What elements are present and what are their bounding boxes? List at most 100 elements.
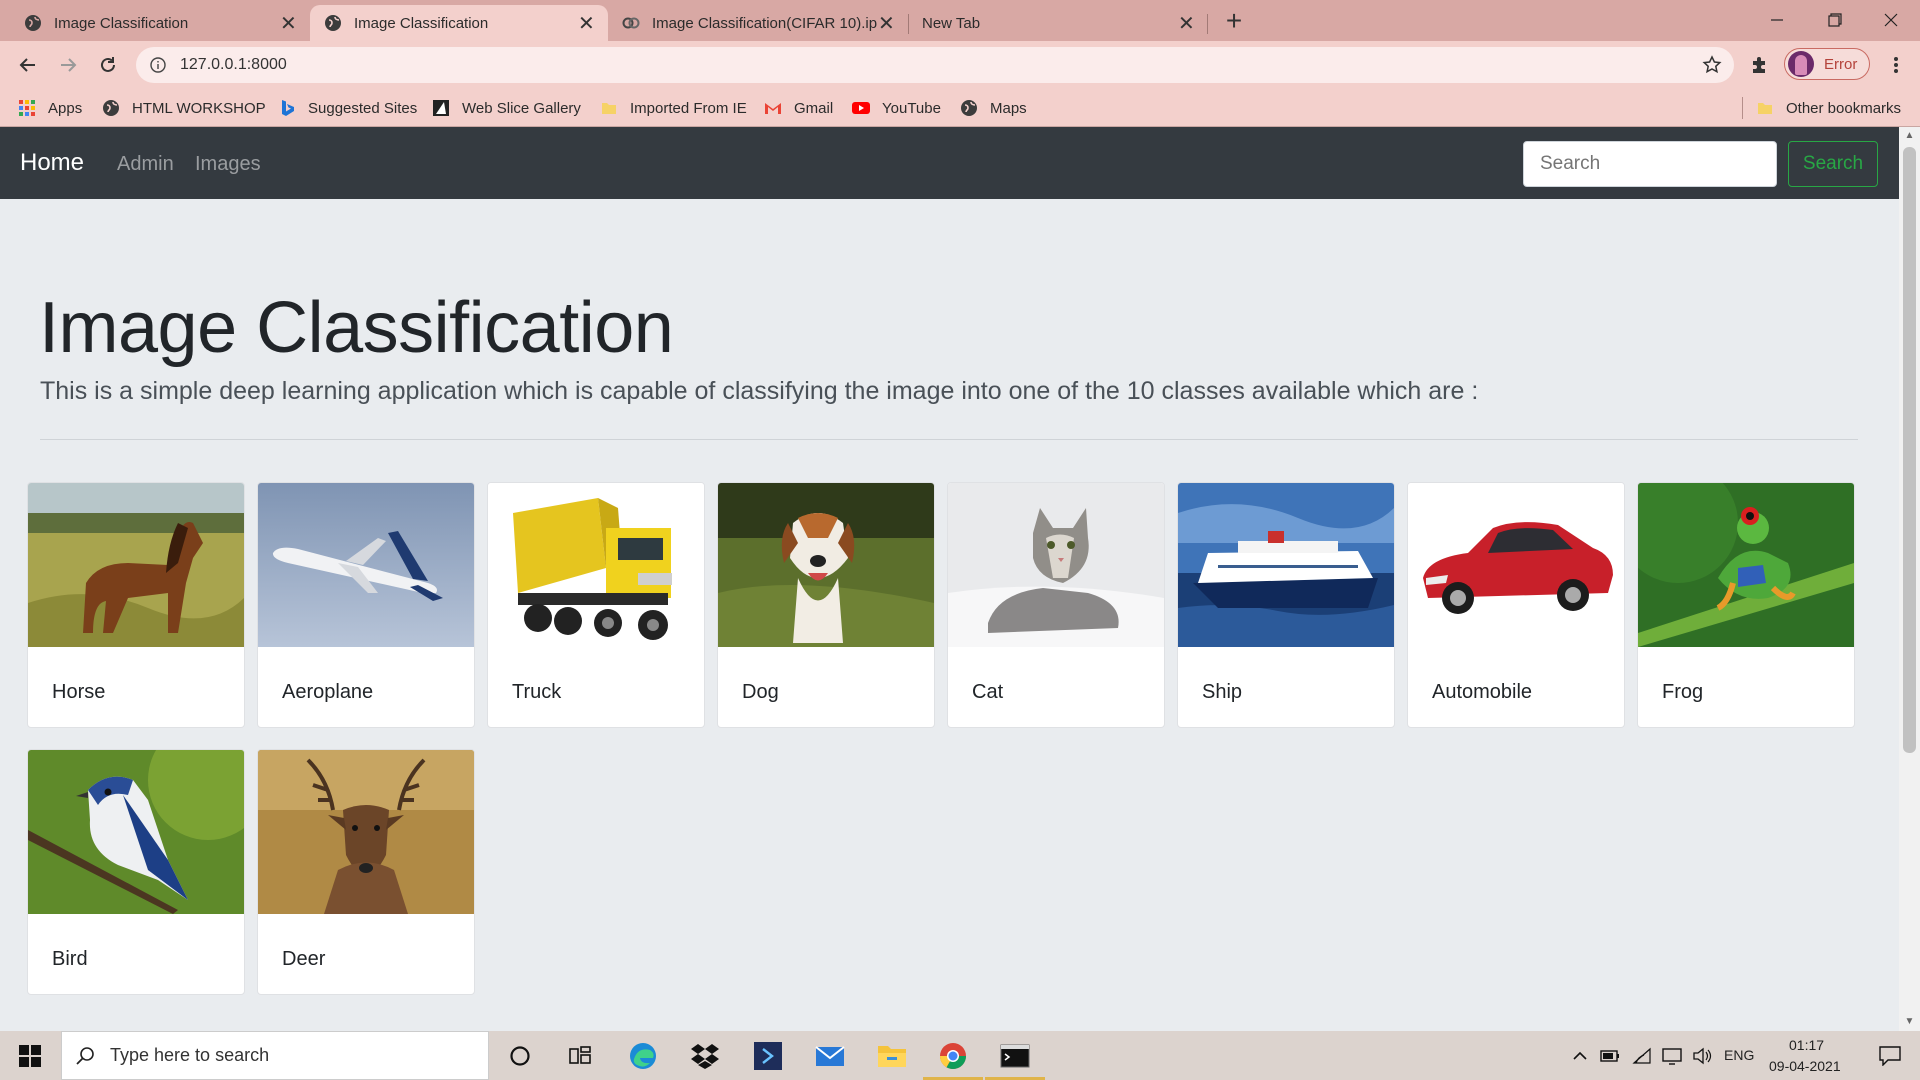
- browser-menu-button[interactable]: [1880, 49, 1912, 81]
- minimize-icon: [1771, 19, 1783, 21]
- forward-button[interactable]: [52, 49, 84, 81]
- tray-overflow-button[interactable]: [1566, 1031, 1594, 1080]
- start-button[interactable]: [0, 1031, 60, 1080]
- restore-button[interactable]: [1806, 0, 1864, 40]
- dropbox-app-button[interactable]: [675, 1031, 735, 1080]
- class-card-horse[interactable]: Horse: [27, 482, 245, 728]
- bookmark-label: Gmail: [794, 99, 834, 117]
- folder-icon: [1758, 103, 1772, 114]
- battery-icon: [1600, 1049, 1619, 1062]
- browser-tab[interactable]: New Tab ✕: [908, 5, 1208, 41]
- bookmark-youtube[interactable]: YouTube: [852, 89, 941, 127]
- nav-admin-link[interactable]: Admin: [117, 153, 174, 176]
- close-tab-icon[interactable]: ✕: [878, 11, 895, 36]
- gmail-icon: [765, 103, 781, 114]
- bookmark-imported-from-ie[interactable]: Imported From IE: [600, 89, 747, 127]
- close-tab-icon[interactable]: ✕: [578, 11, 595, 36]
- close-tab-icon[interactable]: ✕: [280, 11, 297, 36]
- profile-button[interactable]: Error: [1784, 48, 1870, 80]
- colab-icon: [622, 17, 640, 29]
- clock-date[interactable]: 09-04-2021: [1769, 1058, 1841, 1074]
- browser-tab-active[interactable]: Image Classification ✕: [310, 5, 608, 41]
- class-card-truck[interactable]: Truck: [487, 482, 705, 728]
- mail-icon: [815, 1045, 845, 1066]
- close-tab-icon[interactable]: ✕: [1178, 11, 1195, 36]
- bookmark-star-icon[interactable]: [1702, 55, 1722, 75]
- class-card-cat[interactable]: Cat: [947, 482, 1165, 728]
- bookmarks-separator: [1742, 97, 1743, 119]
- bookmark-html-workshop[interactable]: HTML WORKSHOP: [102, 89, 266, 127]
- class-card-automobile[interactable]: Automobile: [1407, 482, 1625, 728]
- browser-tab-strip: Image Classification ✕ Image Classificat…: [0, 0, 1920, 41]
- clock-time[interactable]: 01:17: [1789, 1037, 1824, 1053]
- folder-icon: [878, 1045, 906, 1067]
- youtube-icon: [852, 102, 870, 114]
- taskbar-search-box[interactable]: Type here to search: [61, 1031, 489, 1080]
- minimize-button[interactable]: [1748, 0, 1806, 40]
- arrow-left-icon: [19, 58, 35, 72]
- browser-tab[interactable]: Image Classification(CIFAR 10).ip ✕: [608, 5, 908, 41]
- bookmark-label: Maps: [990, 99, 1027, 117]
- bookmark-maps[interactable]: Maps: [960, 89, 1027, 127]
- bookmark-gmail[interactable]: Gmail: [764, 89, 833, 127]
- class-label: Horse: [52, 681, 106, 703]
- bookmark-label: Other bookmarks: [1786, 99, 1902, 117]
- mail-app-button[interactable]: [800, 1031, 860, 1080]
- url-text[interactable]: 127.0.0.1:8000: [180, 56, 287, 74]
- action-center-button[interactable]: [1860, 1031, 1920, 1080]
- scrollbar-thumb[interactable]: [1903, 147, 1916, 753]
- globe-icon: [103, 100, 119, 116]
- page-title: Image Classification: [39, 288, 674, 368]
- bookmark-label: HTML WORKSHOP: [132, 99, 266, 117]
- close-window-button[interactable]: [1862, 0, 1920, 40]
- bookmark-label: Imported From IE: [630, 99, 747, 117]
- page-scrollbar[interactable]: ▲ ▼: [1899, 127, 1920, 1031]
- class-card-ship[interactable]: Ship: [1177, 482, 1395, 728]
- nav-images-link[interactable]: Images: [195, 153, 261, 176]
- edge-app-button[interactable]: [613, 1031, 673, 1080]
- address-bar[interactable]: 127.0.0.1:8000: [136, 47, 1734, 83]
- terminal-app-button[interactable]: [985, 1031, 1045, 1080]
- class-label: Aeroplane: [282, 681, 374, 703]
- network-button[interactable]: [1628, 1031, 1656, 1080]
- cortana-button[interactable]: [490, 1031, 550, 1080]
- bookmark-label: YouTube: [882, 99, 941, 117]
- search-input[interactable]: [1523, 141, 1777, 187]
- class-label: Automobile: [1432, 681, 1533, 703]
- task-view-button[interactable]: [550, 1031, 610, 1080]
- class-card-bird[interactable]: Bird: [27, 749, 245, 995]
- search-button[interactable]: Search: [1788, 141, 1878, 187]
- frog-image: [1638, 483, 1854, 647]
- new-tab-button[interactable]: +: [1219, 7, 1249, 35]
- site-navbar: Home Admin Images Search: [0, 127, 1899, 199]
- browser-toolbar: 127.0.0.1:8000 Error: [0, 41, 1920, 89]
- scroll-down-icon[interactable]: ▼: [1899, 1013, 1920, 1031]
- ship-image: [1178, 483, 1394, 647]
- powershell-app-button[interactable]: [738, 1031, 798, 1080]
- battery-button[interactable]: [1596, 1031, 1624, 1080]
- class-card-deer[interactable]: Deer: [257, 749, 475, 995]
- meet-now-button[interactable]: [1658, 1031, 1686, 1080]
- back-button[interactable]: [12, 49, 44, 81]
- other-bookmarks[interactable]: Other bookmarks: [1756, 89, 1901, 127]
- file-explorer-button[interactable]: [862, 1031, 922, 1080]
- browser-tab[interactable]: Image Classification ✕: [10, 5, 310, 41]
- tab-title: Image Classification(CIFAR 10).ip: [652, 14, 878, 32]
- avatar: [1788, 51, 1814, 77]
- kebab-menu-icon: [1894, 57, 1898, 73]
- class-card-frog[interactable]: Frog: [1637, 482, 1855, 728]
- bookmark-web-slice-gallery[interactable]: Web Slice Gallery: [432, 89, 581, 127]
- bookmark-apps[interactable]: Apps: [18, 89, 82, 127]
- language-indicator[interactable]: ENG: [1724, 1047, 1754, 1063]
- scroll-up-icon[interactable]: ▲: [1899, 127, 1920, 145]
- info-icon[interactable]: [150, 57, 166, 73]
- nav-home-link[interactable]: Home: [20, 149, 84, 177]
- class-card-aeroplane[interactable]: Aeroplane: [257, 482, 475, 728]
- extensions-button[interactable]: [1744, 49, 1776, 81]
- volume-button[interactable]: [1688, 1031, 1716, 1080]
- reload-icon: [101, 57, 115, 72]
- chrome-app-button[interactable]: [923, 1031, 983, 1080]
- reload-button[interactable]: [92, 49, 124, 81]
- bookmark-suggested-sites[interactable]: Suggested Sites: [278, 89, 417, 127]
- class-card-dog[interactable]: Dog: [717, 482, 935, 728]
